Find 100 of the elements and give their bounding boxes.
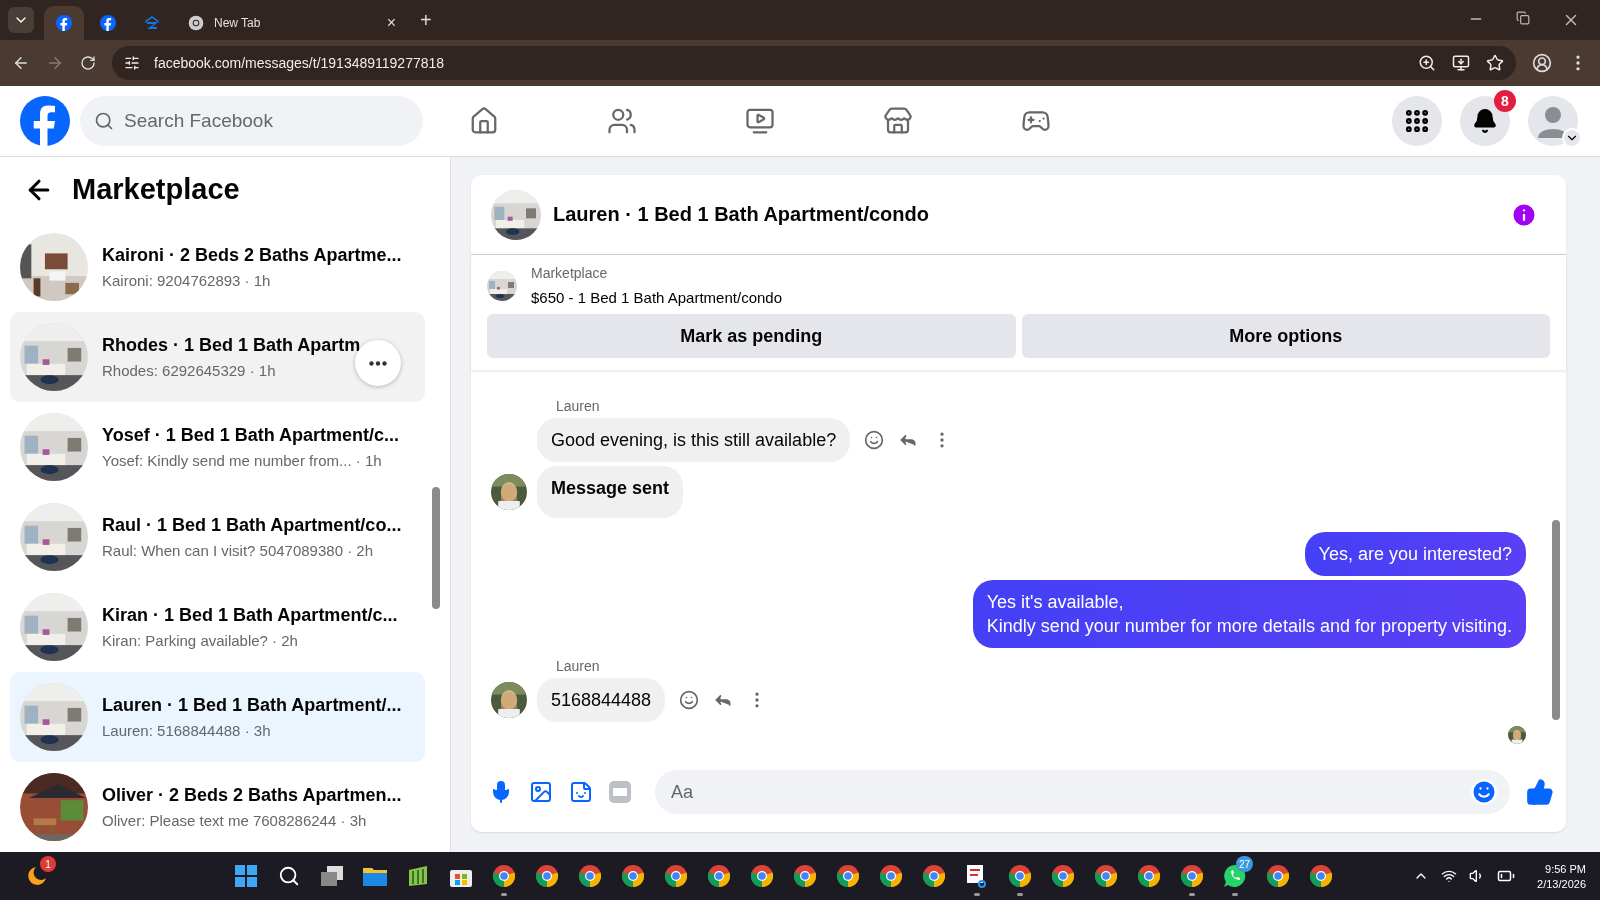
home-icon[interactable] bbox=[469, 106, 499, 136]
photo-icon[interactable] bbox=[529, 780, 553, 804]
bell-icon bbox=[1472, 108, 1498, 134]
forward-icon[interactable] bbox=[46, 54, 64, 72]
scrollbar-thumb[interactable] bbox=[1552, 520, 1560, 720]
message-bubble: Yes it's available, Kindly send your number for more details and for property visiting. bbox=[972, 580, 1526, 648]
chrome-icon bbox=[1008, 864, 1032, 888]
listing-action-button[interactable]: More options bbox=[1021, 314, 1550, 358]
conversation-preview: Oliver: Please text me 7608286244 · 3h bbox=[102, 812, 368, 829]
conversation-item[interactable]: Yosef · 1 Bed 1 Bath Apartment/c... Yosef: Kindly send me number from... · 1h bbox=[10, 402, 425, 492]
conversation-item[interactable]: Raul · 1 Bed 1 Bath Apartment/co... Raul: When can I visit? 5047089380 · 2h bbox=[10, 492, 425, 582]
search-field[interactable]: Search Facebook bbox=[80, 96, 423, 146]
grid-icon bbox=[1403, 107, 1431, 135]
chrome-icon bbox=[621, 864, 645, 888]
url-text: facebook.com/messages/t/1913489119277818 bbox=[154, 55, 445, 71]
restore-icon[interactable] bbox=[1516, 11, 1530, 25]
message-bubble: Message sent bbox=[537, 466, 684, 518]
sender-name: Lauren bbox=[556, 398, 601, 414]
message-bubble: 5168844488 bbox=[537, 678, 666, 722]
running-indicator bbox=[501, 893, 507, 896]
back-icon[interactable] bbox=[12, 54, 30, 72]
chrome-icon bbox=[1309, 864, 1333, 888]
search-icon bbox=[94, 111, 114, 131]
reload-icon[interactable] bbox=[80, 55, 96, 71]
conversation-item[interactable]: Kaironi · 2 Beds 2 Baths Apartme... Kaironi: 9204762893 · 1h bbox=[10, 222, 425, 312]
conversation-item[interactable]: Rhodes · 1 Bed 1 Bath Apartm Rhodes: 6292645329 · 1h bbox=[10, 312, 425, 402]
listing-action-button[interactable]: Mark as pending bbox=[487, 314, 1016, 358]
chrome-icon bbox=[578, 864, 602, 888]
conversation-item[interactable]: Kiran · 1 Bed 1 Bath Apartment/c... Kiran: Parking available? · 2h bbox=[10, 582, 425, 672]
facebook-logo[interactable] bbox=[56, 15, 72, 31]
sidebar-title: Marketplace bbox=[72, 173, 240, 206]
more-icon bbox=[369, 360, 387, 366]
conversation-preview: Raul: When can I visit? 5047089380 · 2h bbox=[102, 542, 374, 559]
clock-date: 2/13/2026 bbox=[1537, 877, 1586, 890]
sender-name: Lauren bbox=[556, 658, 601, 674]
browser-tab[interactable]: New Tab × bbox=[176, 6, 408, 40]
windows-icon[interactable] bbox=[235, 865, 257, 887]
react-icon[interactable] bbox=[679, 690, 700, 710]
conversation-title: Raul · 1 Bed 1 Bath Apartment/co... bbox=[102, 515, 402, 536]
scissors-icon[interactable] bbox=[965, 864, 989, 888]
notification-badge: 8 bbox=[1494, 90, 1516, 112]
tab-search-button[interactable] bbox=[8, 7, 34, 33]
chrome-icon bbox=[492, 864, 516, 888]
chrome-icon bbox=[707, 864, 731, 888]
spreadsheet-icon[interactable] bbox=[407, 865, 429, 887]
folder-icon[interactable] bbox=[363, 866, 387, 886]
scrollbar-thumb[interactable] bbox=[432, 487, 440, 609]
running-indicator bbox=[974, 893, 980, 896]
task-view-icon[interactable] bbox=[321, 866, 343, 886]
conversation-item[interactable]: Oliver · 2 Beds 2 Baths Apartmen... Oliver: Please text me 7608286244 · 3h bbox=[10, 762, 425, 852]
conversation-title: Yosef · 1 Bed 1 Bath Apartment/c... bbox=[102, 425, 400, 446]
react-icon[interactable] bbox=[864, 430, 885, 450]
chrome-icon bbox=[535, 864, 559, 888]
conversation-title: Oliver · 2 Beds 2 Baths Apartmen... bbox=[102, 785, 402, 806]
bookmark-icon[interactable] bbox=[1486, 54, 1504, 72]
conversation-preview: Yosef: Kindly send me number from... · 1h bbox=[102, 452, 383, 469]
chrome-icon bbox=[836, 864, 860, 888]
site-settings-icon[interactable] bbox=[124, 55, 140, 71]
profile-icon[interactable] bbox=[1532, 53, 1552, 73]
chrome-icon bbox=[1137, 864, 1161, 888]
conversation-title: Lauren · 1 Bed 1 Bath Apartment/... bbox=[102, 695, 402, 716]
zoom-icon[interactable] bbox=[1418, 54, 1436, 72]
message-field[interactable]: Aa bbox=[655, 770, 1510, 814]
chrome-icon bbox=[188, 15, 204, 31]
notifications-button[interactable] bbox=[1460, 96, 1510, 146]
conversation-title: Kiran · 1 Bed 1 Bath Apartment/c... bbox=[102, 605, 398, 626]
conversation-item[interactable]: Lauren · 1 Bed 1 Bath Apartment/... Lauren: 5168844488 · 3h bbox=[10, 672, 425, 762]
chrome-icon bbox=[1180, 864, 1204, 888]
chrome-icon bbox=[1266, 864, 1290, 888]
conversation-preview: Lauren: 5168844488 · 3h bbox=[102, 722, 272, 739]
menu-button[interactable] bbox=[1392, 96, 1442, 146]
wifi-icon[interactable] bbox=[1441, 868, 1458, 884]
sticker-icon[interactable] bbox=[569, 780, 593, 804]
notification-badge: 1 bbox=[40, 856, 56, 872]
account-menu-button[interactable] bbox=[1562, 128, 1582, 148]
install-icon[interactable] bbox=[1452, 54, 1470, 72]
listing-source: Marketplace bbox=[531, 265, 609, 281]
new-tab-button[interactable]: + bbox=[420, 9, 432, 32]
address-bar[interactable]: facebook.com/messages/t/1913489119277818 bbox=[112, 46, 1516, 80]
house-icon bbox=[144, 15, 160, 31]
chrome-icon bbox=[664, 864, 688, 888]
chrome-icon bbox=[793, 864, 817, 888]
chrome-icon bbox=[879, 864, 903, 888]
search-icon[interactable] bbox=[278, 865, 300, 887]
video-icon[interactable] bbox=[745, 106, 775, 136]
running-indicator bbox=[1189, 893, 1195, 896]
close-tab-button[interactable]: × bbox=[386, 14, 396, 32]
search-placeholder: Search Facebook bbox=[124, 110, 273, 132]
chat-title: Lauren · 1 Bed 1 Bath Apartment/condo bbox=[553, 203, 929, 226]
facebook-logo[interactable] bbox=[100, 15, 116, 31]
like-icon[interactable] bbox=[1526, 778, 1554, 806]
chrome-icon bbox=[1051, 864, 1075, 888]
browser-tab[interactable] bbox=[44, 6, 84, 40]
conversation-title: Kaironi · 2 Beds 2 Baths Apartme... bbox=[102, 245, 402, 266]
chrome-icon bbox=[750, 864, 774, 888]
friends-icon[interactable] bbox=[607, 106, 637, 136]
notification-badge: 27 bbox=[1235, 856, 1253, 872]
listing-name: $650 - 1 Bed 1 Bath Apartment/condo bbox=[531, 289, 782, 306]
running-indicator bbox=[1232, 893, 1238, 896]
chrome-icon bbox=[1094, 864, 1118, 888]
